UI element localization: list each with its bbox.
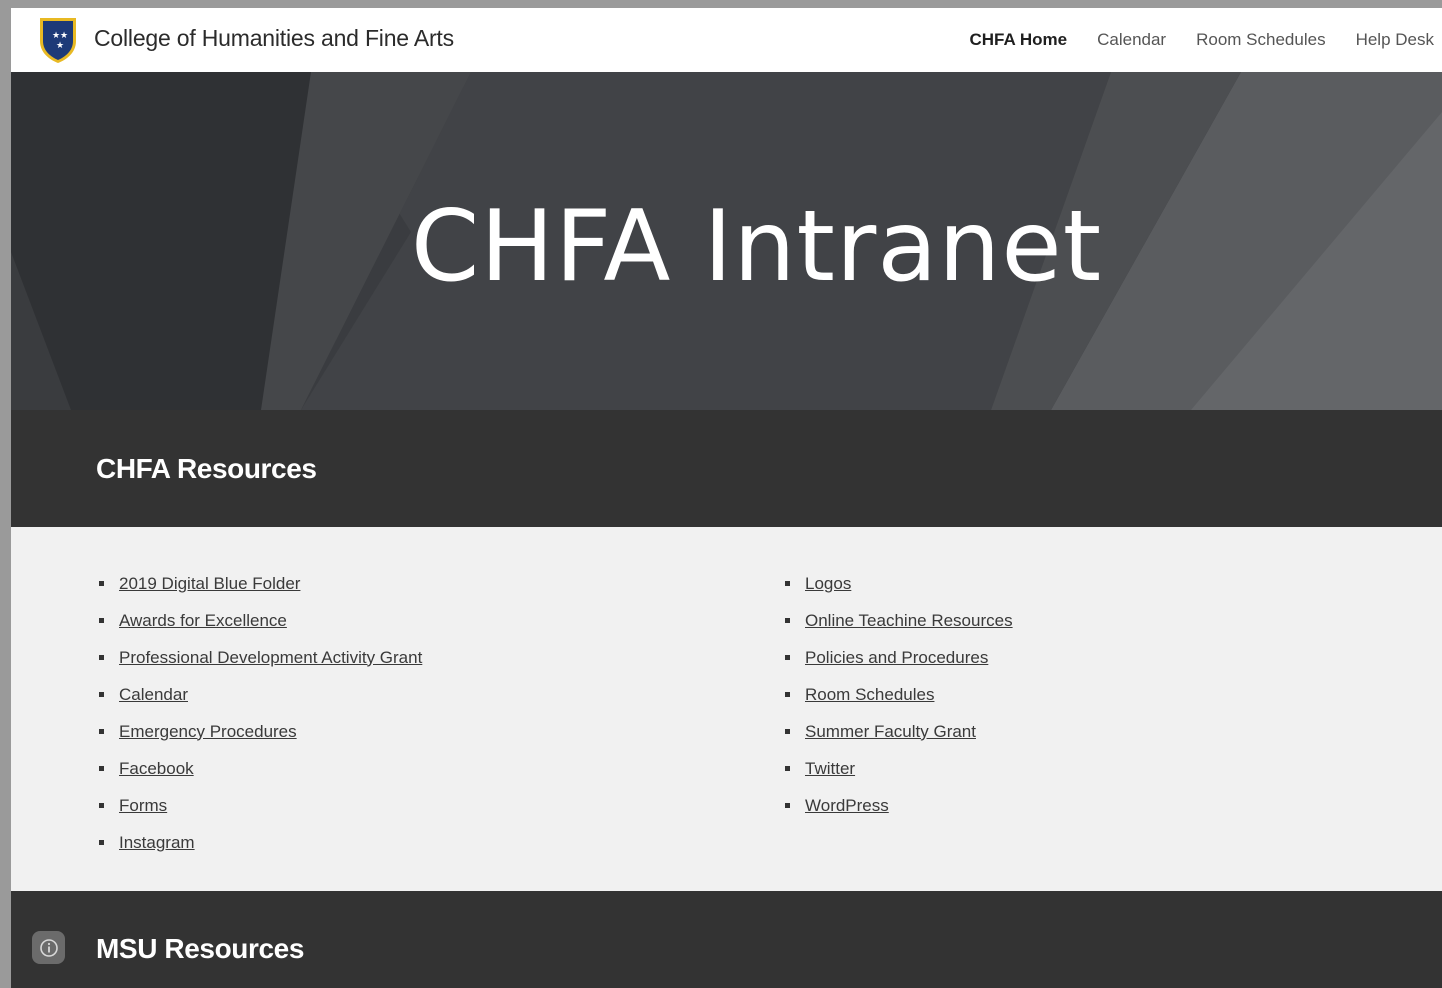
list-item: Emergency Procedures [99,713,422,750]
bullet-icon [785,766,790,771]
bullet-icon [99,766,104,771]
nav-room-schedules[interactable]: Room Schedules [1196,30,1325,50]
chfa-resources-header: CHFA Resources [11,410,1442,527]
link-online-teaching-resources[interactable]: Online Teachine Resources [805,611,1013,631]
list-item: Twitter [785,750,1013,787]
resources-right-column: Logos Online Teachine Resources Policies… [785,565,1013,824]
top-navbar: ★ ★ ★ College of Humanities and Fine Art… [11,8,1442,72]
svg-text:★: ★ [60,31,68,41]
link-summer-faculty-grant[interactable]: Summer Faculty Grant [805,722,976,742]
link-twitter[interactable]: Twitter [805,759,855,779]
bullet-icon [785,729,790,734]
hero-banner: CHFA Intranet [11,72,1442,410]
bullet-icon [99,729,104,734]
main-nav: CHFA Home Calendar Room Schedules Help D… [970,8,1435,72]
list-item: Professional Development Activity Grant [99,639,422,676]
list-item: Summer Faculty Grant [785,713,1013,750]
bullet-icon [99,618,104,623]
section-heading-chfa-resources: CHFA Resources [96,453,317,484]
bullet-icon [785,692,790,697]
list-item: Logos [785,565,1013,602]
page-frame: ★ ★ ★ College of Humanities and Fine Art… [11,8,1442,988]
link-awards-for-excellence[interactable]: Awards for Excellence [119,611,287,631]
bullet-icon [99,581,104,586]
info-icon [39,938,58,957]
nav-help-desk[interactable]: Help Desk [1356,30,1434,50]
bullet-icon [785,618,790,623]
svg-text:★: ★ [52,31,60,41]
resources-left-column: 2019 Digital Blue Folder Awards for Exce… [99,565,422,861]
link-professional-development-grant[interactable]: Professional Development Activity Grant [119,648,422,668]
section-heading-msu-resources: MSU Resources [96,933,304,964]
list-item: Policies and Procedures [785,639,1013,676]
bullet-icon [785,803,790,808]
bullet-icon [785,581,790,586]
svg-text:★: ★ [56,41,64,51]
site-title[interactable]: College of Humanities and Fine Arts [94,25,454,52]
nav-calendar[interactable]: Calendar [1097,30,1166,50]
bullet-icon [99,803,104,808]
list-item: 2019 Digital Blue Folder [99,565,422,602]
link-emergency-procedures[interactable]: Emergency Procedures [119,722,297,742]
list-item: Calendar [99,676,422,713]
link-policies-and-procedures[interactable]: Policies and Procedures [805,648,988,668]
link-facebook[interactable]: Facebook [119,759,194,779]
link-logos[interactable]: Logos [805,574,851,594]
list-item: Room Schedules [785,676,1013,713]
link-digital-blue-folder[interactable]: 2019 Digital Blue Folder [119,574,300,594]
link-instagram[interactable]: Instagram [119,833,195,853]
page-title: CHFA Intranet [410,190,1103,304]
chfa-resources-list: 2019 Digital Blue Folder Awards for Exce… [11,527,1442,891]
bullet-icon [785,655,790,660]
msu-resources-header: MSU Resources [11,891,1442,988]
link-wordpress[interactable]: WordPress [805,796,889,816]
link-room-schedules[interactable]: Room Schedules [805,685,934,705]
link-calendar[interactable]: Calendar [119,685,188,705]
nav-chfa-home[interactable]: CHFA Home [970,30,1068,50]
list-item: Awards for Excellence [99,602,422,639]
list-item: Online Teachine Resources [785,602,1013,639]
bullet-icon [99,655,104,660]
bullet-icon [99,692,104,697]
list-item: Forms [99,787,422,824]
bullet-icon [99,840,104,845]
info-button[interactable] [32,931,65,964]
link-forms[interactable]: Forms [119,796,167,816]
list-item: Instagram [99,824,422,861]
list-item: Facebook [99,750,422,787]
list-item: WordPress [785,787,1013,824]
shield-logo-icon[interactable]: ★ ★ ★ [38,15,78,65]
